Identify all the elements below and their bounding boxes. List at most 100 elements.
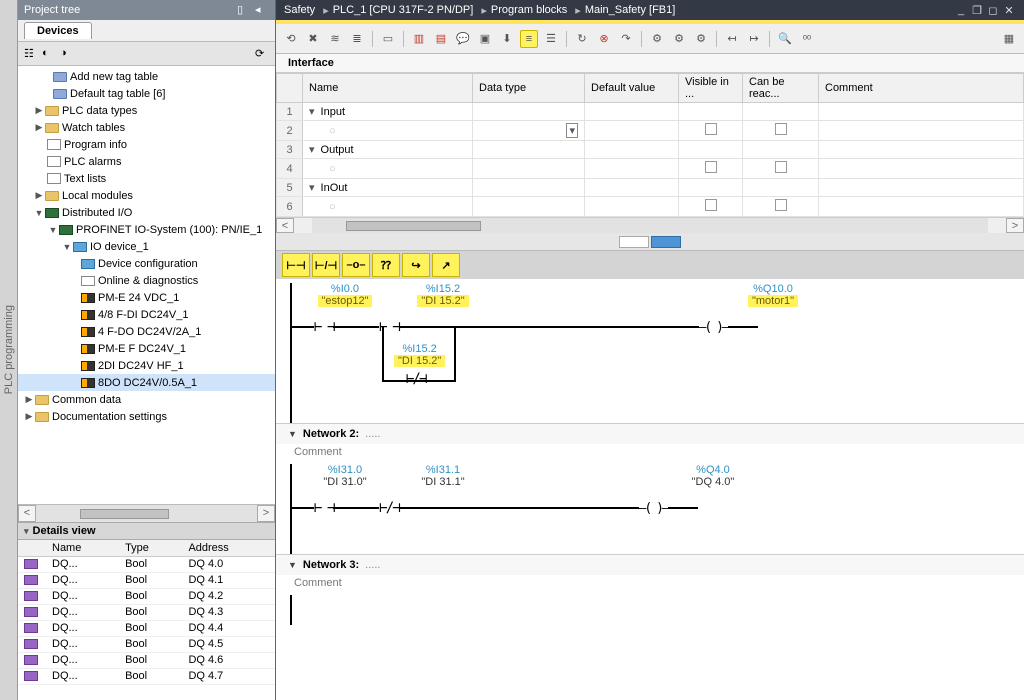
tb-btn[interactable]: ≡	[520, 30, 538, 48]
tb-btn[interactable]: 🔍	[776, 30, 794, 48]
tree-item-online-diag[interactable]: Online & diagnostics	[18, 272, 275, 289]
split-down-icon[interactable]	[651, 236, 681, 248]
crumb[interactable]: Program blocks	[491, 4, 567, 16]
tb-btn[interactable]: ▥	[410, 30, 428, 48]
network-1[interactable]: %I0.0"estop12" %I15.2"DI 15.2" %Q10.0"mo…	[282, 283, 1024, 423]
panel-pin-icon[interactable]: ▯	[237, 3, 251, 17]
tb-btn[interactable]: ≣	[348, 30, 366, 48]
expand-icon[interactable]: ▶	[34, 122, 44, 133]
window-maximize-icon[interactable]: ◻	[986, 4, 1000, 17]
tree-h-scrollbar[interactable]: < >	[18, 504, 275, 522]
panel-collapse-icon[interactable]: ◂	[255, 3, 269, 17]
network-comment[interactable]: Comment	[276, 575, 1024, 595]
tag-name[interactable]: "DQ 4.0"	[688, 476, 739, 488]
tree-item-text-lists[interactable]: Text lists	[18, 170, 275, 187]
network-3-header[interactable]: ▼ Network 3: .....	[276, 554, 1024, 575]
lad-box[interactable]: ⁇	[372, 253, 400, 277]
table-row[interactable]: DQ...BoolDQ 4.5	[18, 636, 275, 652]
tb-btn[interactable]: ✖	[304, 30, 322, 48]
crumb[interactable]: Safety	[284, 4, 315, 16]
scroll-left-icon[interactable]: <	[276, 218, 294, 233]
checkbox[interactable]	[705, 199, 717, 211]
network-2-header[interactable]: ▼ Network 2: .....	[276, 423, 1024, 444]
network-3[interactable]	[282, 595, 1024, 625]
tree-item-plc-data-types[interactable]: ▶PLC data types	[18, 102, 275, 119]
tag-name[interactable]: "DI 31.1"	[417, 476, 468, 488]
tb-btn[interactable]: ⚙	[648, 30, 666, 48]
iface-row[interactable]: 5▾InOut	[277, 179, 1024, 197]
tb-btn[interactable]: ≋	[326, 30, 344, 48]
expand-icon[interactable]: ▶	[24, 394, 34, 405]
tree-item-module-selected[interactable]: 8DO DC24V/0.5A_1	[18, 374, 275, 391]
crumb[interactable]: PLC_1 [CPU 317F-2 PN/DP]	[333, 4, 474, 16]
col-reachable[interactable]: Can be reac...	[743, 74, 819, 103]
lad-branch-close[interactable]: ↗	[432, 253, 460, 277]
tree-item-module[interactable]: 4/8 F-DI DC24V_1	[18, 306, 275, 323]
tag-name[interactable]: "motor1"	[748, 295, 798, 307]
col-comment[interactable]: Comment	[819, 74, 1024, 103]
tb-btn[interactable]: ⟲	[282, 30, 300, 48]
table-row[interactable]: DQ...BoolDQ 4.1	[18, 572, 275, 588]
nc-contact[interactable]	[406, 371, 425, 387]
nav-fwd-icon[interactable]: ◑	[60, 47, 74, 61]
tb-btn[interactable]: ☰	[542, 30, 560, 48]
iface-row[interactable]: 6○	[277, 197, 1024, 217]
checkbox[interactable]	[775, 161, 787, 173]
tree-item-common-data[interactable]: ▶Common data	[18, 391, 275, 408]
coil[interactable]	[639, 501, 668, 516]
collapse-icon[interactable]: ▼	[288, 429, 297, 439]
tb-btn[interactable]: ▦	[1000, 30, 1018, 48]
window-minimize-icon[interactable]: _	[954, 4, 968, 16]
iface-row[interactable]: 3▾Output	[277, 141, 1024, 159]
tree-item-io-device-1[interactable]: ▼IO device_1	[18, 238, 275, 255]
table-row[interactable]: DQ...BoolDQ 4.6	[18, 652, 275, 668]
table-row[interactable]: DQ...BoolDQ 4.0	[18, 556, 275, 572]
tree-item-module[interactable]: PM-E F DC24V_1	[18, 340, 275, 357]
table-row[interactable]: DQ...BoolDQ 4.3	[18, 604, 275, 620]
tb-btn[interactable]: ⚙	[670, 30, 688, 48]
window-restore-icon[interactable]: ❐	[970, 4, 984, 17]
details-table[interactable]: NameTypeAddress DQ...BoolDQ 4.0DQ...Bool…	[18, 540, 275, 685]
no-contact[interactable]	[314, 500, 333, 516]
tag-name[interactable]: "DI 15.2"	[417, 295, 468, 307]
expand-icon[interactable]: ▶	[24, 411, 34, 422]
expand-icon[interactable]: ▶	[34, 190, 44, 201]
iface-row[interactable]: 1▾Input	[277, 103, 1024, 121]
tb-btn[interactable]: ↦	[745, 30, 763, 48]
tb-btn[interactable]: ⚙	[692, 30, 710, 48]
tb-btn[interactable]: ᵒᵒ	[798, 30, 816, 48]
iface-h-scrollbar[interactable]: < >	[276, 217, 1024, 233]
tab-devices[interactable]: Devices	[24, 22, 92, 39]
tree-item-profinet-system[interactable]: ▼PROFINET IO-System (100): PN/IE_1	[18, 221, 275, 238]
split-up-icon[interactable]	[619, 236, 649, 248]
iface-row[interactable]: 4○	[277, 159, 1024, 179]
nc-contact[interactable]	[379, 500, 398, 516]
col-name[interactable]: Name	[303, 74, 473, 103]
checkbox[interactable]	[775, 199, 787, 211]
table-row[interactable]: DQ...BoolDQ 4.2	[18, 588, 275, 604]
tree-item-default-tag-table[interactable]: Default tag table [6]	[18, 85, 275, 102]
datatype-dropdown-icon[interactable]: ▾	[566, 123, 578, 138]
checkbox[interactable]	[705, 123, 717, 135]
left-side-tab[interactable]: PLC programming	[0, 0, 18, 700]
tree-item-documentation-settings[interactable]: ▶Documentation settings	[18, 408, 275, 425]
col-datatype[interactable]: Data type	[473, 74, 585, 103]
tree-item-add-tag-table[interactable]: Add new tag table	[18, 68, 275, 85]
tree-item-module[interactable]: PM-E 24 VDC_1	[18, 289, 275, 306]
tb-btn[interactable]: ↷	[617, 30, 635, 48]
collapse-icon[interactable]: ▼	[62, 242, 72, 252]
tb-btn[interactable]: ▭	[379, 30, 397, 48]
no-contact[interactable]	[314, 319, 333, 335]
scroll-right-icon[interactable]: >	[1006, 218, 1024, 233]
scroll-thumb[interactable]	[80, 509, 168, 519]
interface-table[interactable]: Name Data type Default value Visible in …	[276, 73, 1024, 217]
lad-nc-contact[interactable]: ⊢/⊣	[312, 253, 340, 277]
tree-item-local-modules[interactable]: ▶Local modules	[18, 187, 275, 204]
details-view-header[interactable]: Details view	[18, 522, 275, 540]
project-tree[interactable]: Add new tag table Default tag table [6] …	[18, 66, 275, 504]
iface-row[interactable]: 2○ ▾	[277, 121, 1024, 141]
checkbox[interactable]	[705, 161, 717, 173]
tree-item-module[interactable]: 2DI DC24V HF_1	[18, 357, 275, 374]
tb-btn[interactable]: 💬	[454, 30, 472, 48]
table-row[interactable]: DQ...BoolDQ 4.4	[18, 620, 275, 636]
